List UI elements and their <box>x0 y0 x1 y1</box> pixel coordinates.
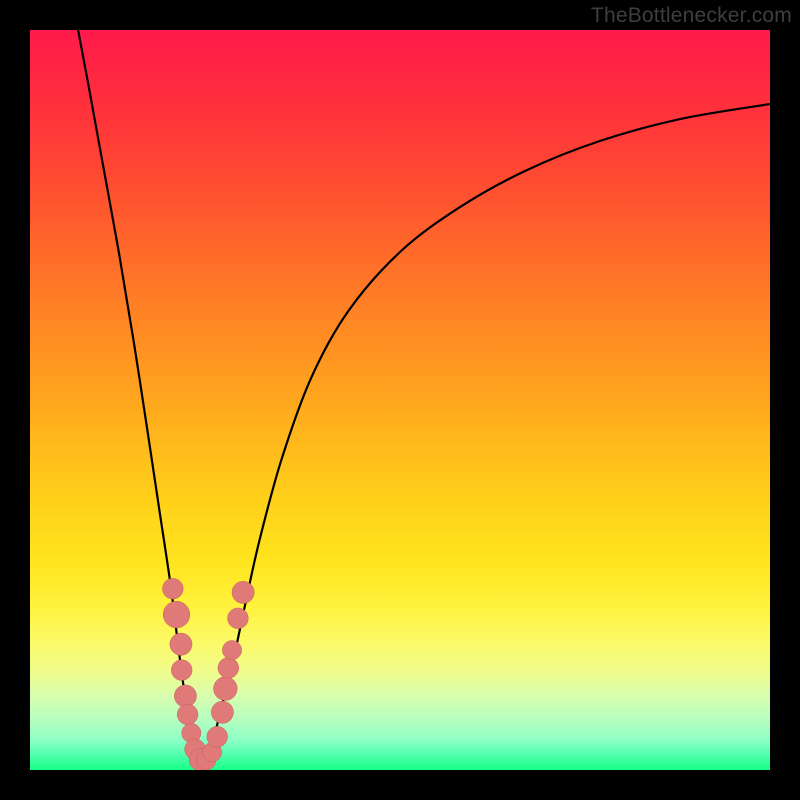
data-point <box>218 658 239 679</box>
data-point <box>177 704 198 725</box>
data-point <box>228 608 249 629</box>
data-point <box>174 685 196 707</box>
chart-frame: TheBottlenecker.com <box>0 0 800 800</box>
curve-right-branch <box>200 104 770 763</box>
plot-area <box>30 30 770 770</box>
data-point <box>211 701 233 723</box>
bottleneck-curve-svg <box>30 30 770 770</box>
data-point <box>214 677 238 701</box>
data-point <box>163 601 190 628</box>
data-point <box>232 581 254 603</box>
data-point <box>207 726 228 747</box>
data-point <box>171 660 192 681</box>
data-points-group <box>162 578 254 770</box>
data-point <box>170 633 192 655</box>
data-point <box>162 578 183 599</box>
data-point <box>222 641 241 660</box>
watermark-text: TheBottlenecker.com <box>591 4 792 28</box>
